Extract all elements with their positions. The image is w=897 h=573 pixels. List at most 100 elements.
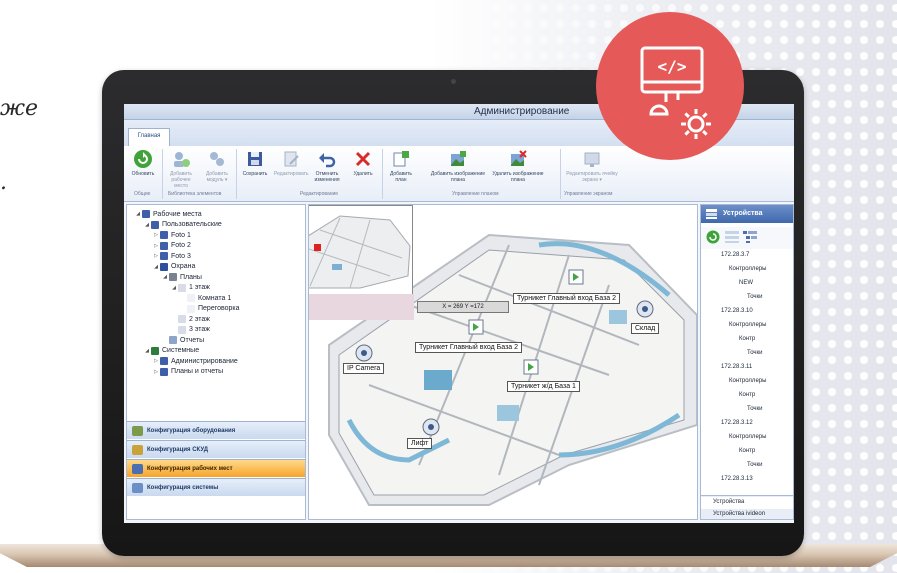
save-icon	[248, 152, 262, 166]
tree-item[interactable]: ▷ Администрирование	[153, 356, 238, 366]
ip-camera-marker[interactable]	[355, 344, 373, 362]
undo-button[interactable]: Отменить изменения	[310, 149, 344, 185]
tree-item-label: Переговорка	[198, 305, 240, 312]
tree-item-label: Foto 1	[171, 231, 191, 239]
device-node[interactable]: Точки	[747, 406, 763, 412]
add-module-icon	[210, 152, 224, 166]
delete-plan-image-icon	[511, 150, 527, 166]
save-button[interactable]: Сохранить	[238, 149, 272, 185]
undo-label: Отменить изменения	[314, 171, 340, 183]
tab-devices[interactable]: Устройства	[701, 497, 793, 509]
tree-item[interactable]: 2 этаж	[171, 314, 210, 324]
device-node[interactable]: Точки	[747, 294, 763, 300]
device-node[interactable]: Контроллеры	[729, 434, 766, 440]
device-node[interactable]: Контр	[739, 448, 755, 454]
device-node[interactable]: Контроллеры	[729, 378, 766, 384]
tree-item[interactable]: ▷ Планы и отчеты	[153, 367, 223, 377]
expand-toggle-icon[interactable]: ▷	[153, 232, 159, 238]
nav-button[interactable]: Конфигурация системы	[127, 478, 305, 496]
tree-view-icon[interactable]	[743, 231, 757, 243]
devices-refresh-icon[interactable]	[706, 230, 720, 244]
expand-toggle-icon[interactable]: ◢	[144, 348, 150, 354]
nav-button[interactable]: Конфигурация рабочих мест	[127, 459, 305, 477]
turnstile-main-base2-marker[interactable]	[568, 269, 584, 285]
refresh-icon	[134, 150, 152, 168]
plan-preview[interactable]	[309, 205, 414, 320]
side-text-line-2: .	[0, 170, 7, 195]
device-node[interactable]: 172.28.3.7	[721, 252, 749, 258]
tree-item[interactable]: ◢ Планы	[162, 272, 202, 282]
app-window: Администрирование Главная Обновить Добав…	[124, 104, 794, 523]
expand-toggle-icon[interactable]: ▷	[153, 369, 159, 375]
device-node[interactable]: Контр	[739, 392, 755, 398]
tree-item[interactable]: 3 этаж	[171, 325, 210, 335]
tree-item[interactable]: ▷ Foto 2	[153, 241, 191, 251]
add-plan-image-label: Добавить изображение плана	[430, 171, 486, 183]
device-node[interactable]: 172.28.3.11	[721, 364, 752, 370]
expand-toggle-icon[interactable]: ◢	[135, 211, 141, 217]
tree-item[interactable]: ▷ Foto 1	[153, 230, 191, 240]
device-node[interactable]: Точки	[747, 462, 763, 468]
tab-main[interactable]: Главная	[128, 128, 170, 146]
device-node[interactable]: Контроллеры	[729, 266, 766, 272]
list-view-icon[interactable]	[725, 231, 739, 243]
tree-item[interactable]: ◢ Рабочие места	[135, 209, 202, 219]
add-module-button[interactable]: Добавить модуль ▾	[200, 149, 234, 185]
tree-item[interactable]: ◢ Пользовательские	[144, 220, 222, 230]
device-node[interactable]: 172.28.3.12	[721, 420, 753, 426]
device-node-label: Контроллеры	[729, 378, 767, 384]
expand-toggle-icon[interactable]: ◢	[144, 222, 150, 228]
device-node[interactable]: Контр	[739, 336, 755, 342]
add-plan-button[interactable]: Добавить план	[384, 149, 418, 185]
expand-toggle-icon[interactable]: ▷	[153, 253, 159, 259]
device-node[interactable]: Контроллеры	[729, 322, 766, 328]
tree-item-label: Foto 3	[171, 252, 191, 260]
tree-item[interactable]: Отчеты	[162, 335, 204, 345]
tab-devices-ivideon[interactable]: Устройства ivideon	[701, 509, 793, 519]
expand-toggle-icon[interactable]: ◢	[171, 285, 177, 291]
device-node[interactable]: 172.28.3.13	[721, 476, 753, 482]
tree-item-label: Комната 1	[198, 294, 232, 302]
floor-plan-view[interactable]: Турникет Главный вход База 2 Склад Турни…	[308, 204, 698, 520]
tree-item-icon	[160, 252, 168, 260]
expand-toggle-icon[interactable]: ▷	[153, 243, 159, 249]
device-node[interactable]: NEW	[739, 280, 753, 286]
nav-label: Конфигурация оборудования	[147, 427, 236, 434]
turnstile-main-base2-lower-marker[interactable]	[468, 319, 484, 335]
expand-toggle-icon[interactable]: ◢	[153, 264, 159, 270]
group-label-screen: Управление экраном	[564, 191, 613, 197]
device-node-label: Точки	[747, 350, 763, 356]
add-plan-label: Добавить план	[389, 171, 413, 183]
tree-item[interactable]: ▷ Foto 3	[153, 251, 191, 261]
tree-item[interactable]: Комната 1	[180, 293, 231, 303]
turnstile-rail-base1-marker[interactable]	[523, 359, 539, 375]
refresh-button[interactable]: Обновить	[126, 149, 160, 185]
edit-button[interactable]: Редактировать	[274, 149, 309, 185]
add-workplace-button[interactable]: Добавить рабочее место	[164, 149, 198, 189]
expand-toggle-icon[interactable]: ◢	[162, 274, 168, 280]
tree-item[interactable]: Переговорка	[180, 304, 240, 314]
window-title: Администрирование	[474, 106, 570, 117]
tree-item[interactable]: ◢ Системные	[144, 346, 199, 356]
tree-item-icon	[151, 220, 159, 229]
map-label-turnstile-main-base2-lower: Турникет Главный вход База 2	[415, 342, 523, 353]
elevator-camera-marker[interactable]	[422, 418, 440, 436]
delete-plan-image-button[interactable]: Удалить изображение плана	[490, 149, 546, 185]
map-label-ip-camera: IP Camera	[343, 363, 385, 374]
tree-item[interactable]: ◢ Охрана	[153, 262, 195, 272]
side-text-line-1: же	[0, 96, 39, 121]
device-node[interactable]: Точки	[747, 350, 763, 356]
tree-item-icon	[178, 283, 186, 292]
add-plan-image-button[interactable]: Добавить изображение плана	[430, 149, 486, 185]
tree-item[interactable]: ◢ 1 этаж	[171, 283, 210, 293]
devices-header: Устройства	[701, 205, 793, 223]
nav-button[interactable]: Конфигурация оборудования	[127, 421, 305, 439]
preview-viewport-marker	[314, 244, 321, 251]
nav-button[interactable]: Конфигурация СКУД	[127, 440, 305, 458]
device-node[interactable]: 172.28.3.10	[721, 308, 753, 314]
device-node-label: Контр	[739, 336, 756, 342]
tree-item-label: Рабочие места	[153, 210, 202, 218]
delete-button[interactable]: Удалить	[346, 149, 380, 185]
warehouse-camera-marker[interactable]	[636, 300, 654, 318]
expand-toggle-icon[interactable]: ▷	[153, 358, 159, 364]
